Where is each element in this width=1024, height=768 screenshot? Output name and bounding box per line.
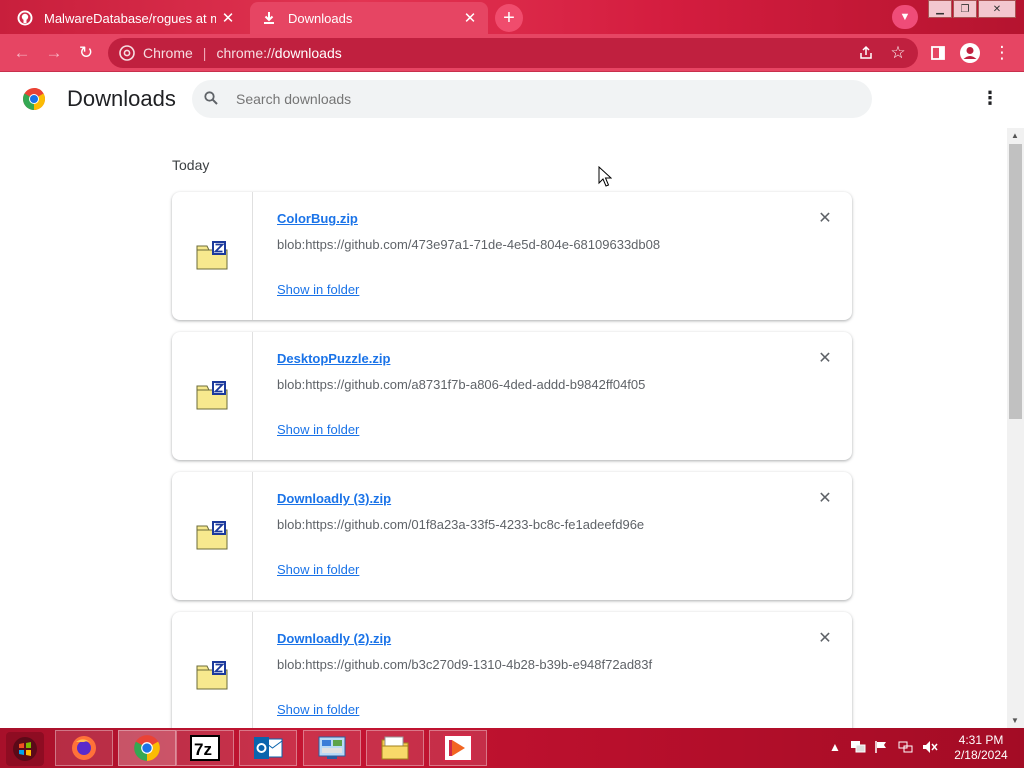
browser-toolbar: ← → ↻ Chrome | chrome:// downloads ☆ ⋮ xyxy=(0,34,1024,72)
chrome-icon xyxy=(134,735,160,761)
url-scheme: chrome:// xyxy=(216,45,275,61)
firefox-icon xyxy=(72,736,96,760)
media-player-icon xyxy=(443,734,473,762)
file-icon-column xyxy=(172,332,253,460)
tab-title: Downloads xyxy=(288,10,353,26)
folder-icon xyxy=(381,736,409,760)
close-tab-icon[interactable]: ✕ xyxy=(458,9,482,27)
close-tab-icon[interactable]: ✕ xyxy=(216,9,240,27)
show-in-folder-link[interactable]: Show in folder xyxy=(277,702,359,717)
restore-button[interactable]: ❐ xyxy=(953,0,977,18)
tab-strip: MalwareDatabase/rogues at mas ✕ Download… xyxy=(0,0,1024,34)
tab-search-chevron-icon[interactable]: ▼ xyxy=(892,5,918,29)
file-source-url: blob:https://github.com/a8731f7b-a806-4d… xyxy=(277,377,646,392)
taskbar-firefox[interactable] xyxy=(55,730,113,766)
url-host: downloads xyxy=(274,45,342,61)
7zip-icon: 7z xyxy=(190,735,220,761)
download-item: ColorBug.zip blob:https://github.com/473… xyxy=(172,192,852,320)
clock-date: 2/18/2024 xyxy=(954,748,1008,762)
remove-item-close-icon[interactable]: ✕ xyxy=(815,208,835,228)
search-input[interactable] xyxy=(236,91,836,107)
address-divider: | xyxy=(202,45,207,61)
show-in-folder-link[interactable]: Show in folder xyxy=(277,282,359,297)
taskbar-chrome[interactable] xyxy=(118,730,176,766)
outlook-icon xyxy=(254,737,283,759)
vertical-scrollbar[interactable]: ▲ ▼ xyxy=(1007,128,1024,728)
file-source-url: blob:https://github.com/473e97a1-71de-4e… xyxy=(277,237,661,252)
forward-arrow-icon[interactable]: → xyxy=(42,41,66,65)
scroll-down-arrow-icon[interactable]: ▼ xyxy=(1011,716,1019,725)
date-section-label: Today xyxy=(172,157,210,173)
svg-text:7z: 7z xyxy=(194,740,212,759)
clock-time: 4:31 PM xyxy=(958,733,1004,747)
address-bar[interactable]: Chrome | chrome:// downloads xyxy=(108,38,918,68)
back-arrow-icon[interactable]: ← xyxy=(10,41,34,65)
show-in-folder-link[interactable]: Show in folder xyxy=(277,422,359,437)
chrome-logo-icon xyxy=(23,88,45,110)
download-item: Downloadly (2).zip blob:https://github.c… xyxy=(172,612,852,728)
github-icon xyxy=(16,9,34,27)
show-in-folder-link[interactable]: Show in folder xyxy=(277,562,359,577)
search-icon xyxy=(204,90,224,108)
zip-file-icon xyxy=(196,381,228,410)
start-orb-icon xyxy=(13,737,37,761)
file-icon-column xyxy=(172,472,253,600)
reload-icon[interactable]: ↻ xyxy=(74,41,98,65)
page-title: Downloads xyxy=(67,86,176,111)
remove-item-close-icon[interactable]: ✕ xyxy=(815,628,835,648)
tab-downloads[interactable]: Downloads ✕ xyxy=(250,2,488,34)
profile-avatar-icon[interactable] xyxy=(958,41,982,65)
show-hidden-icons-arrow-icon[interactable]: ▲ xyxy=(829,740,841,754)
action-center-flag-icon[interactable] xyxy=(874,740,888,757)
file-name-link[interactable]: ColorBug.zip xyxy=(277,211,358,226)
bookmark-star-icon[interactable]: ☆ xyxy=(886,41,910,65)
system-clock[interactable]: 4:31 PM 2/18/2024 xyxy=(950,733,1012,763)
remove-item-close-icon[interactable]: ✕ xyxy=(815,488,835,508)
minimize-button[interactable]: ▁ xyxy=(928,0,952,18)
download-item: DesktopPuzzle.zip blob:https://github.co… xyxy=(172,332,852,460)
side-panel-icon[interactable] xyxy=(926,41,950,65)
file-icon-column xyxy=(172,612,253,728)
volume-muted-icon[interactable] xyxy=(922,740,938,757)
downloads-header: Downloads ⋮ xyxy=(0,72,1024,128)
network-connection-icon[interactable] xyxy=(898,740,914,757)
new-tab-button[interactable]: + xyxy=(495,4,523,32)
windows-taskbar: 7z ▲ 4:31 PM 2/18/2024 xyxy=(0,728,1024,768)
chrome-site-icon xyxy=(118,44,136,62)
taskbar-file-explorer[interactable] xyxy=(366,730,424,766)
file-source-url: blob:https://github.com/b3c270d9-1310-4b… xyxy=(277,657,653,672)
zip-file-icon xyxy=(196,521,228,550)
zip-file-icon xyxy=(196,241,228,270)
taskbar-control-panel[interactable] xyxy=(303,730,361,766)
close-window-button[interactable]: ✕ xyxy=(978,0,1016,18)
mouse-cursor-icon xyxy=(598,166,612,187)
taskbar-outlook[interactable] xyxy=(239,730,297,766)
start-button[interactable] xyxy=(6,732,44,766)
scroll-up-arrow-icon[interactable]: ▲ xyxy=(1011,131,1019,140)
file-icon-column xyxy=(172,192,253,320)
scrollbar-thumb[interactable] xyxy=(1009,144,1022,419)
network-tray-icon[interactable] xyxy=(850,740,866,757)
share-icon[interactable] xyxy=(854,41,878,65)
tab-title: MalwareDatabase/rogues at mas xyxy=(44,10,216,26)
search-bar[interactable] xyxy=(192,80,872,118)
remove-item-close-icon[interactable]: ✕ xyxy=(815,348,835,368)
site-chip-label: Chrome xyxy=(143,45,193,61)
file-name-link[interactable]: DesktopPuzzle.zip xyxy=(277,351,390,366)
downloads-list: Today ColorBug.zip blob:https://github.c… xyxy=(0,128,1007,728)
more-actions-icon[interactable]: ⋮ xyxy=(980,88,1000,112)
chrome-menu-icon[interactable]: ⋮ xyxy=(990,41,1014,65)
file-name-link[interactable]: Downloadly (3).zip xyxy=(277,491,391,506)
taskbar-7zip[interactable]: 7z xyxy=(176,730,234,766)
file-name-link[interactable]: Downloadly (2).zip xyxy=(277,631,391,646)
tab-malware-database[interactable]: MalwareDatabase/rogues at mas ✕ xyxy=(6,2,246,34)
taskbar-media-player[interactable] xyxy=(429,730,487,766)
download-item: Downloadly (3).zip blob:https://github.c… xyxy=(172,472,852,600)
download-icon xyxy=(260,9,278,27)
zip-file-icon xyxy=(196,661,228,690)
file-source-url: blob:https://github.com/01f8a23a-33f5-42… xyxy=(277,517,645,532)
control-panel-icon xyxy=(318,736,346,759)
